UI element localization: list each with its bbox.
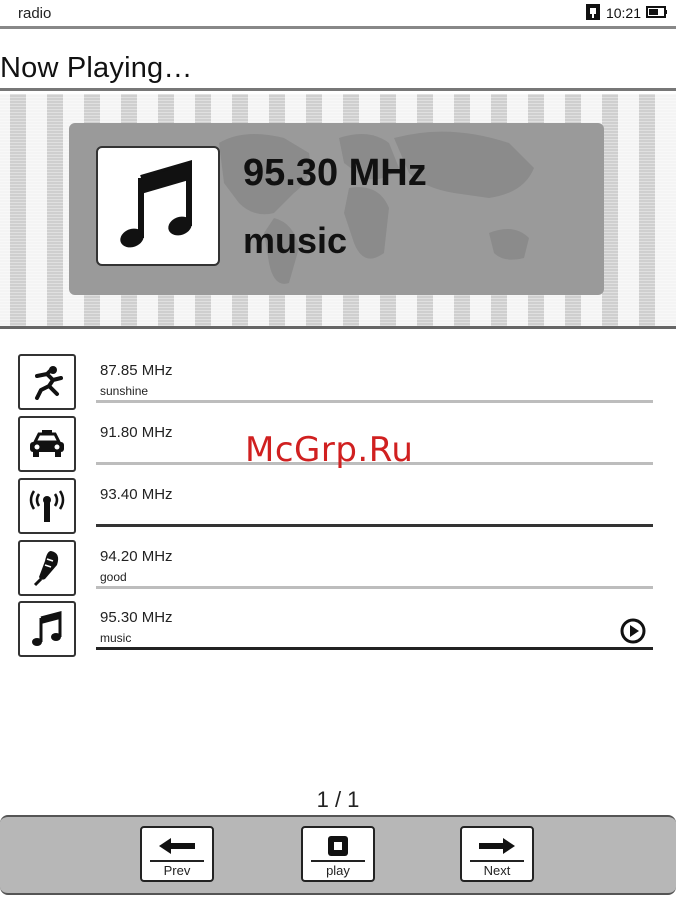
arrow-right-icon (479, 838, 515, 854)
station-frequency: 93.40 MHz (100, 486, 173, 503)
play-circle-icon[interactable] (620, 618, 646, 644)
prev-label: Prev (163, 863, 191, 878)
status-bar: radio 10:21 (0, 0, 676, 30)
battery-icon (646, 5, 668, 21)
antenna-icon (29, 490, 65, 522)
station-frequency: 95.30 MHz (100, 609, 173, 626)
next-button[interactable]: Next (460, 826, 534, 882)
title-divider (0, 88, 676, 91)
next-label: Next (483, 863, 511, 878)
now-playing-icon (96, 146, 220, 266)
station-divider (96, 586, 653, 589)
now-playing-frequency: 95.30 MHz (243, 152, 427, 194)
station-frequency: 94.20 MHz (100, 548, 173, 565)
music-note-icon (120, 160, 192, 248)
page-title: Now Playing… (0, 52, 193, 84)
station-frequency: 91.80 MHz (100, 424, 173, 441)
clock: 10:21 (605, 5, 641, 21)
page-indicator: 1 / 1 (316, 787, 360, 812)
banner-divider (0, 326, 676, 329)
status-indicators: 10:21 (585, 3, 668, 23)
station-icon-box (18, 601, 76, 657)
station-divider (96, 647, 653, 650)
station-item[interactable]: 93.40 MHz (0, 478, 676, 540)
lock-icon (585, 3, 601, 24)
stop-icon (328, 836, 348, 856)
station-divider (96, 524, 653, 527)
microphone-icon (33, 551, 59, 587)
arrow-left-icon (159, 838, 195, 854)
prev-button[interactable]: Prev (140, 826, 214, 882)
station-name: music (100, 631, 132, 645)
status-divider (0, 26, 676, 29)
station-item[interactable]: 94.20 MHz good (0, 540, 676, 602)
station-icon-box (18, 540, 76, 596)
station-divider (96, 400, 653, 403)
station-name: good (100, 570, 127, 584)
station-icon-box (18, 416, 76, 472)
station-item-playing[interactable]: 95.30 MHz music (0, 601, 676, 663)
now-playing-name: music (243, 220, 348, 261)
play-label: play (326, 863, 350, 878)
runner-icon (35, 366, 63, 400)
music-note-icon (32, 611, 62, 646)
car-icon (30, 430, 64, 457)
app-name: radio (18, 5, 52, 22)
play-button[interactable]: play (301, 826, 375, 882)
station-item[interactable]: 87.85 MHz sunshine (0, 354, 676, 416)
station-icon-box (18, 478, 76, 534)
watermark: McGrp.Ru (245, 430, 414, 470)
station-frequency: 87.85 MHz (100, 362, 173, 379)
station-name: sunshine (100, 384, 149, 398)
station-icon-box (18, 354, 76, 410)
